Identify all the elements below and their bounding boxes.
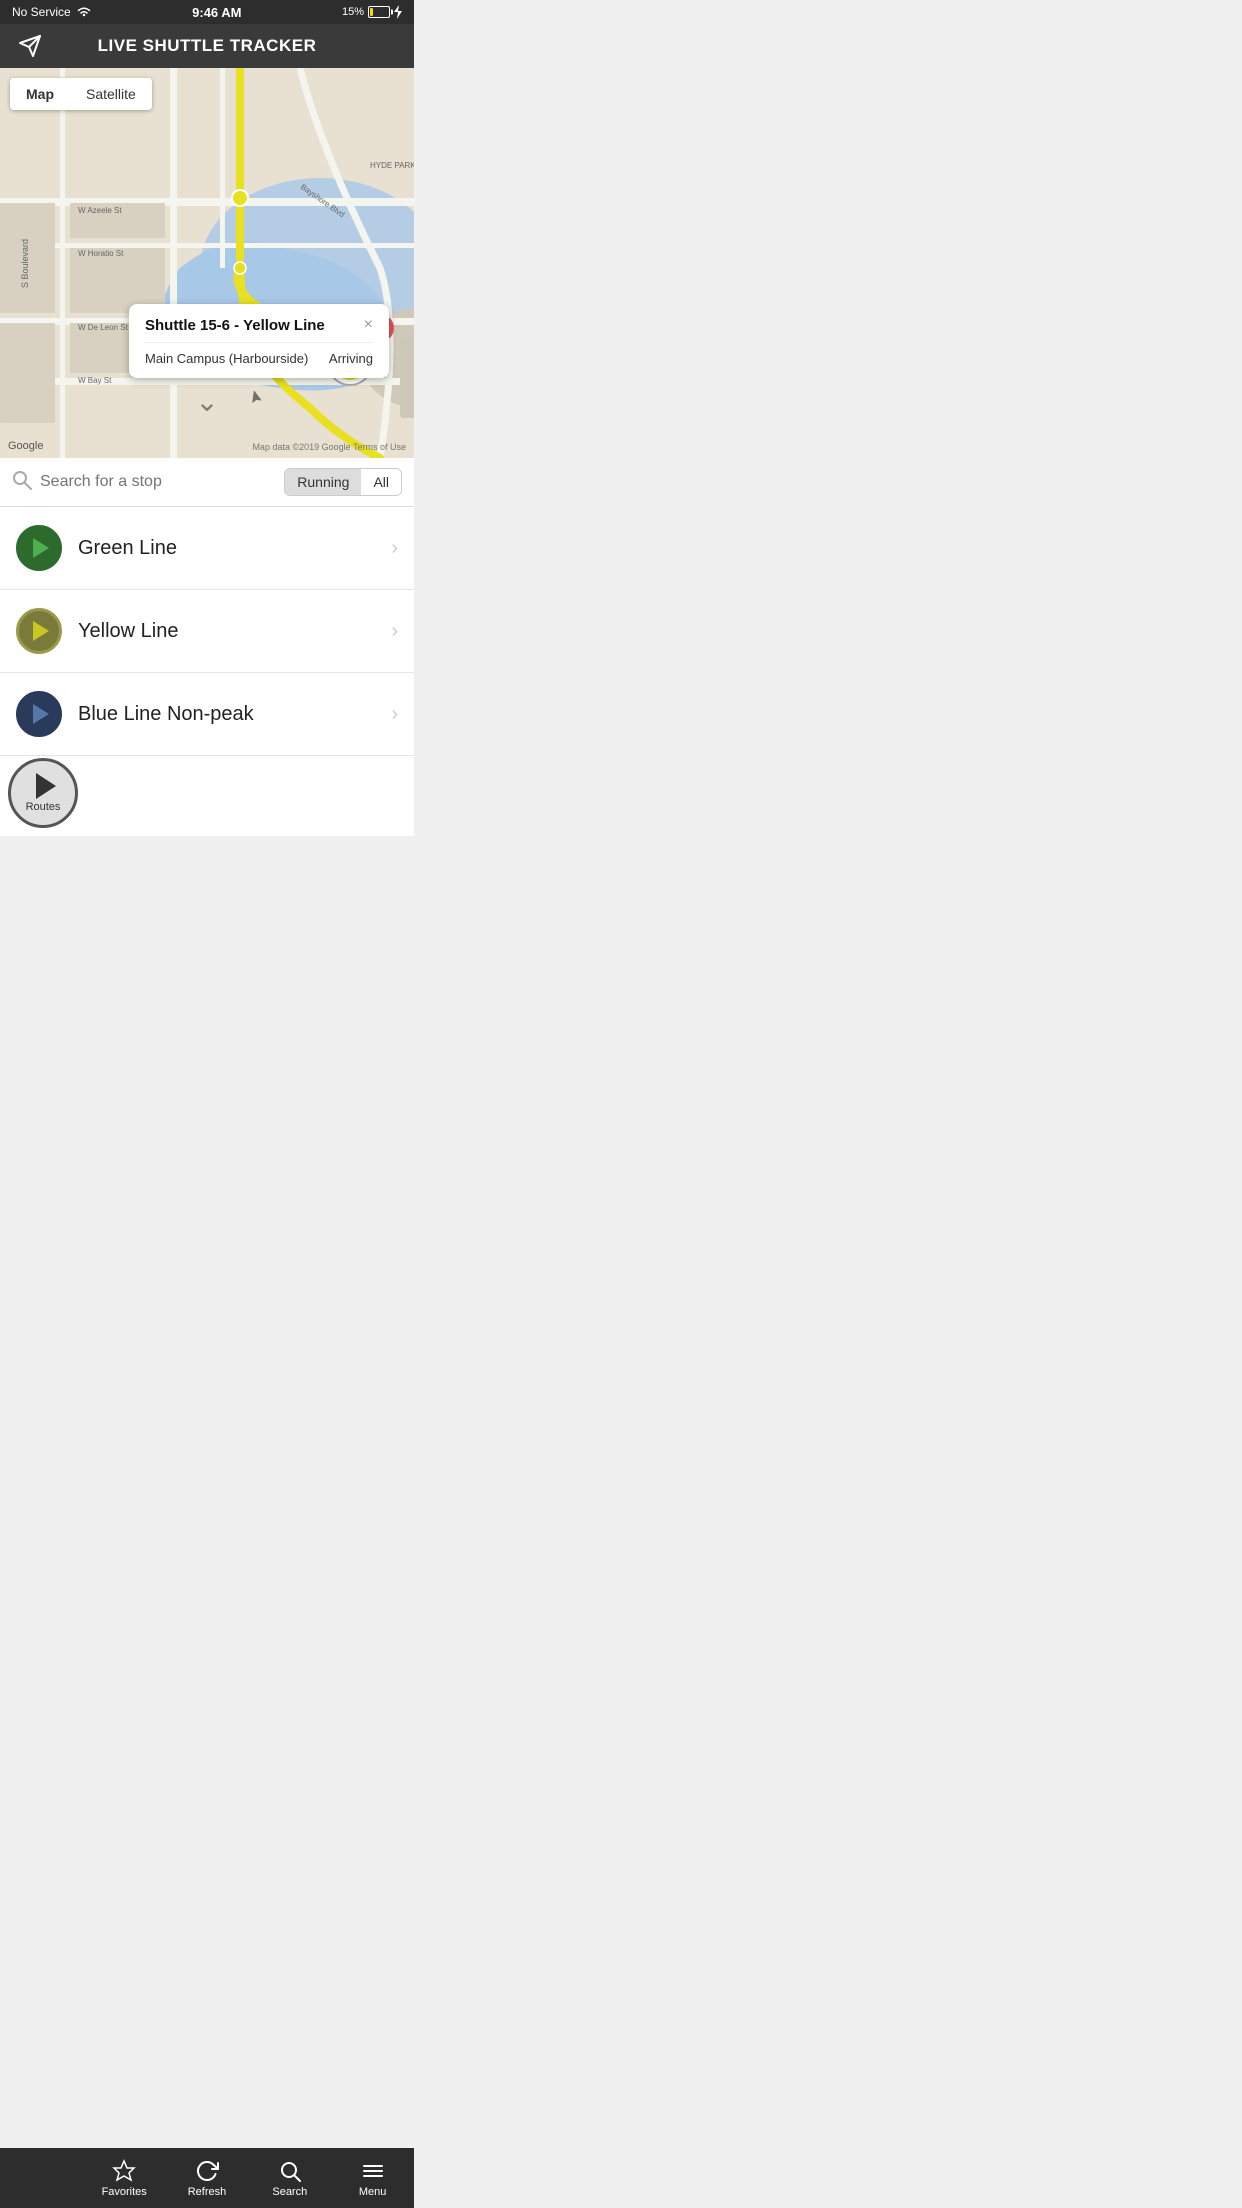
- svg-text:HYDE PARK: HYDE PARK: [370, 161, 414, 170]
- yellow-line-name: Yellow Line: [78, 620, 391, 643]
- shuttle-info-popup: Shuttle 15-6 - Yellow Line × Main Campus…: [129, 304, 389, 378]
- header-location-icon[interactable]: [16, 32, 44, 60]
- status-bar: No Service 9:46 AM 15%: [0, 0, 414, 24]
- yellow-play-icon: [33, 621, 49, 641]
- status-time: 9:46 AM: [192, 5, 241, 20]
- bottom-nav: ▶ Routes Favorites Refresh Search Menu: [0, 2148, 414, 2208]
- yellow-line-chevron: ›: [391, 620, 398, 643]
- scroll-down-arrow[interactable]: ⌄: [195, 385, 218, 418]
- green-line-icon: [16, 525, 62, 571]
- svg-text:W De Leon St: W De Leon St: [78, 323, 129, 332]
- blue-line-name: Blue Line Non-peak: [78, 703, 391, 726]
- app-header: LIVE SHUTTLE TRACKER: [0, 24, 414, 68]
- route-item-blue[interactable]: Blue Line Non-peak ›: [0, 673, 414, 756]
- green-play-icon: [33, 538, 49, 558]
- yellow-line-icon: [16, 608, 62, 654]
- search-icon: [12, 470, 32, 495]
- nav-item-favorites[interactable]: Favorites: [83, 2148, 166, 2208]
- blue-play-icon: [33, 704, 49, 724]
- nav-routes-icon: ▶: [34, 2158, 49, 2183]
- menu-icon: [361, 2159, 385, 2183]
- carrier-label: No Service: [12, 5, 71, 19]
- nav-favorites-label: Favorites: [102, 2186, 147, 2198]
- nav-item-menu[interactable]: Menu: [331, 2148, 414, 2208]
- star-icon: [112, 2159, 136, 2183]
- green-line-chevron: ›: [391, 537, 398, 560]
- svg-text:W Horatio St: W Horatio St: [78, 249, 124, 258]
- routes-play-icon: [36, 773, 56, 799]
- route-item-green[interactable]: Green Line ›: [0, 507, 414, 590]
- filter-running-button[interactable]: Running: [285, 469, 361, 495]
- map-copyright: Map data ©2019 Google Terms of Use: [252, 442, 406, 452]
- nav-item-search[interactable]: Search: [248, 2148, 331, 2208]
- nav-refresh-label: Refresh: [188, 2186, 227, 2198]
- routes-fab-button[interactable]: Routes: [8, 758, 78, 828]
- filter-group: Running All: [284, 468, 402, 496]
- battery-icon: [368, 6, 390, 18]
- search-bar: Running All: [0, 458, 414, 507]
- battery-fill: [370, 8, 373, 16]
- nav-routes-label: Routes: [24, 2186, 59, 2198]
- routes-fab-label: Routes: [26, 801, 61, 813]
- popup-stop: Main Campus (Harbourside): [145, 351, 308, 366]
- popup-header: Shuttle 15-6 - Yellow Line ×: [145, 316, 373, 343]
- green-line-name: Green Line: [78, 537, 391, 560]
- map-toggle-satellite[interactable]: Satellite: [70, 78, 152, 110]
- nav-menu-label: Menu: [359, 2186, 387, 2198]
- svg-text:S Boulevard: S Boulevard: [20, 239, 30, 288]
- battery-percent: 15%: [342, 6, 364, 18]
- status-right: 15%: [342, 5, 402, 19]
- popup-status: Arriving: [329, 351, 373, 366]
- page-title: LIVE SHUTTLE TRACKER: [98, 36, 317, 56]
- map-toggle-map[interactable]: Map: [10, 78, 70, 110]
- google-label: Google: [8, 440, 43, 452]
- status-left: No Service: [12, 5, 92, 19]
- wifi-icon: [76, 6, 92, 18]
- nav-search-icon: [278, 2159, 302, 2183]
- map-toggle[interactable]: Map Satellite: [10, 78, 152, 110]
- svg-text:W Bay St: W Bay St: [78, 376, 112, 385]
- svg-text:W Azeele St: W Azeele St: [78, 206, 122, 215]
- stop-search-input[interactable]: [40, 473, 276, 491]
- nav-search-label: Search: [272, 2186, 307, 2198]
- route-item-yellow[interactable]: Yellow Line ›: [0, 590, 414, 673]
- filter-all-button[interactable]: All: [361, 469, 401, 495]
- blue-line-icon: [16, 691, 62, 737]
- nav-item-refresh[interactable]: Refresh: [166, 2148, 249, 2208]
- refresh-icon: [195, 2159, 219, 2183]
- popup-close-button[interactable]: ×: [364, 316, 373, 334]
- lightning-icon: [394, 5, 402, 19]
- blue-line-chevron: ›: [391, 703, 398, 726]
- popup-title: Shuttle 15-6 - Yellow Line: [145, 317, 325, 334]
- popup-body: Main Campus (Harbourside) Arriving: [145, 351, 373, 366]
- map-container[interactable]: Map Satellite: [0, 68, 414, 458]
